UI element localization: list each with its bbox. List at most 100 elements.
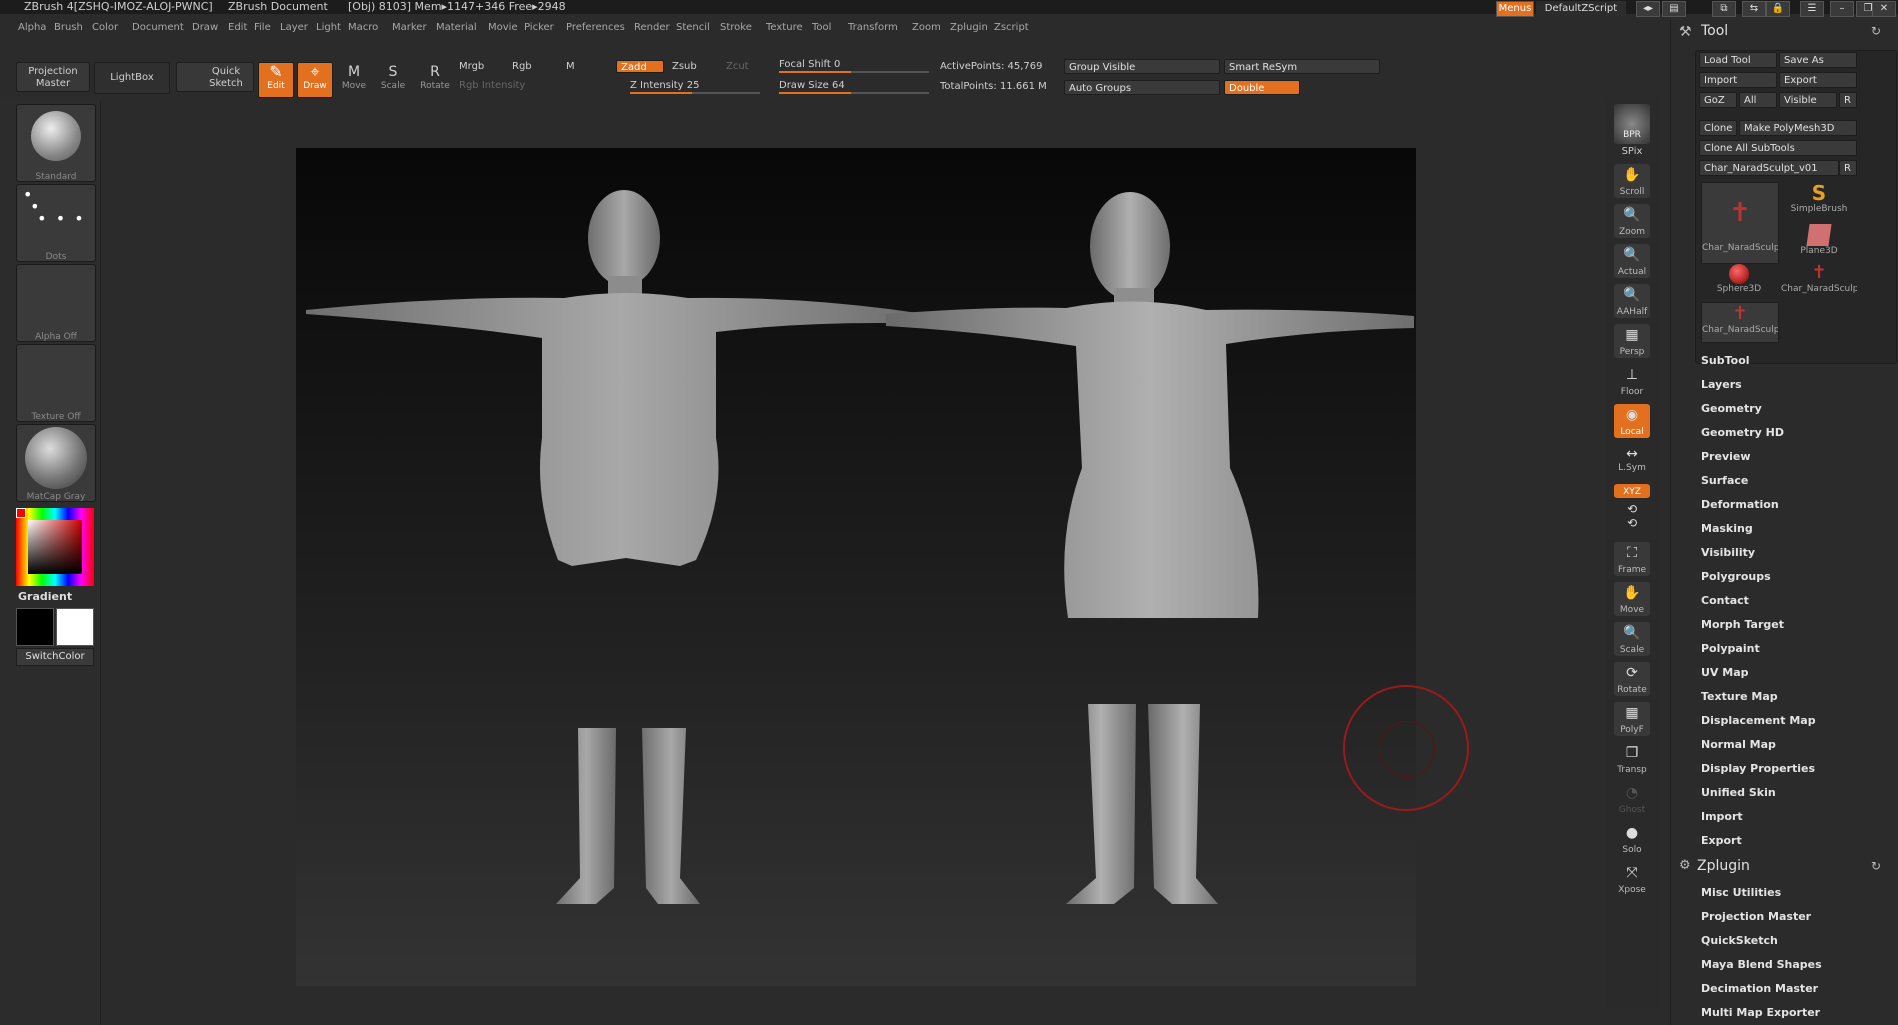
rotate-button[interactable]: R Rotate: [414, 62, 456, 98]
section-morph-target[interactable]: Morph Target: [1701, 618, 1784, 631]
bpr-button[interactable]: BPR: [1614, 104, 1650, 144]
menu-picker[interactable]: Picker: [524, 22, 554, 33]
minimize-icon[interactable]: –: [1830, 1, 1854, 17]
menus-button[interactable]: Menus: [1496, 1, 1534, 17]
rotate-axis-buttons[interactable]: ⟲ ⟲: [1614, 500, 1650, 530]
subtool-thumb-active[interactable]: ✝ Char_NaradSculp: [1701, 182, 1779, 264]
r-button-tool[interactable]: R: [1839, 160, 1857, 176]
frame-button[interactable]: ⛶ Frame: [1614, 542, 1650, 576]
zplugin-multi-map-exporter[interactable]: Multi Map Exporter: [1701, 1006, 1820, 1019]
rgb-toggle[interactable]: Rgb: [512, 61, 532, 72]
zadd-button[interactable]: Zadd: [616, 60, 664, 73]
gradient-label[interactable]: Gradient: [18, 590, 72, 603]
smart-resym-button[interactable]: Smart ReSym: [1224, 59, 1380, 74]
zcut-button[interactable]: Zcut: [726, 61, 749, 72]
r-button[interactable]: R: [1839, 92, 1857, 108]
section-subtool[interactable]: SubTool: [1701, 354, 1750, 367]
lock-icon[interactable]: 🔒: [1766, 1, 1790, 17]
section-polygroups[interactable]: Polygroups: [1701, 570, 1771, 583]
section-display-properties[interactable]: Display Properties: [1701, 762, 1815, 775]
rgb-intensity-slider[interactable]: Rgb Intensity: [459, 80, 609, 91]
transp-button[interactable]: ❐ Transp: [1614, 742, 1650, 776]
menu-stencil[interactable]: Stencil: [676, 22, 710, 33]
section-masking[interactable]: Masking: [1701, 522, 1753, 535]
xpose-button[interactable]: ⤧ Xpose: [1614, 862, 1650, 896]
menu-edit[interactable]: Edit: [228, 22, 247, 33]
subtool-thumb-simplebrush[interactable]: S SimpleBrush: [1781, 182, 1857, 221]
section-visibility[interactable]: Visibility: [1701, 546, 1755, 559]
load-tool-button[interactable]: Load Tool: [1699, 52, 1777, 68]
goz-button[interactable]: GoZ: [1699, 92, 1737, 108]
scroll-button[interactable]: ✋ Scroll: [1614, 164, 1650, 198]
section-surface[interactable]: Surface: [1701, 474, 1748, 487]
close-icon[interactable]: ✕: [1872, 1, 1896, 17]
section-deformation[interactable]: Deformation: [1701, 498, 1779, 511]
menu-brush[interactable]: Brush: [54, 22, 83, 33]
clone-button[interactable]: Clone: [1699, 120, 1737, 136]
menu-color[interactable]: Color: [92, 22, 118, 33]
section-geometry[interactable]: Geometry: [1701, 402, 1762, 415]
zoom-button[interactable]: 🔍 Zoom: [1614, 204, 1650, 238]
section-layers[interactable]: Layers: [1701, 378, 1742, 391]
menu-render[interactable]: Render: [634, 22, 670, 33]
switch-color-button[interactable]: SwitchColor: [16, 648, 94, 666]
menu-preferences[interactable]: Preferences: [566, 22, 625, 33]
projection-master-button[interactable]: Projection Master: [16, 62, 90, 92]
section-unified-skin[interactable]: Unified Skin: [1701, 786, 1776, 799]
zplugin-decimation-master[interactable]: Decimation Master: [1701, 982, 1818, 995]
quick-sketch-button[interactable]: Quick Sketch: [176, 62, 254, 92]
stroke-thumbnail[interactable]: • • • • • Dots: [16, 184, 96, 262]
section-polypaint[interactable]: Polypaint: [1701, 642, 1760, 655]
scale-button[interactable]: S Scale: [375, 62, 411, 98]
alpha-thumbnail[interactable]: Alpha Off: [16, 264, 96, 342]
zplugin-maya-blend-shapes[interactable]: Maya Blend Shapes: [1701, 958, 1822, 971]
layout-icon[interactable]: ⧉: [1712, 1, 1736, 17]
section-import[interactable]: Import: [1701, 810, 1743, 823]
menu-transform[interactable]: Transform: [848, 22, 898, 33]
menu-zplugin[interactable]: Zplugin: [950, 22, 988, 33]
current-tool-slider[interactable]: Char_NaradSculpt_v01: [1699, 160, 1839, 176]
brush-thumbnail[interactable]: Standard: [16, 104, 96, 182]
mrgb-toggle[interactable]: Mrgb: [459, 61, 484, 72]
section-texture-map[interactable]: Texture Map: [1701, 690, 1778, 703]
main-color-swatch[interactable]: [16, 608, 54, 646]
secondary-color-swatch[interactable]: [56, 608, 94, 646]
all-button[interactable]: All: [1739, 92, 1777, 108]
section-uv-map[interactable]: UV Map: [1701, 666, 1749, 679]
color-picker[interactable]: [16, 508, 94, 586]
menu-zoom[interactable]: Zoom: [912, 22, 941, 33]
document-canvas[interactable]: [296, 148, 1416, 986]
refresh-icon[interactable]: ↻: [1871, 859, 1881, 873]
floor-button[interactable]: ⊥ Floor: [1614, 364, 1650, 398]
polyf-button[interactable]: ▦ PolyF: [1614, 702, 1650, 736]
move-view-button[interactable]: ✋ Move: [1614, 582, 1650, 616]
zplugin-misc-utilities[interactable]: Misc Utilities: [1701, 886, 1781, 899]
export-button[interactable]: Export: [1779, 72, 1857, 88]
auto-groups-button[interactable]: Auto Groups: [1064, 80, 1220, 95]
subtool-thumb-sphere[interactable]: Sphere3D: [1701, 262, 1777, 301]
section-geometry-hd[interactable]: Geometry HD: [1701, 426, 1784, 439]
menu-file[interactable]: File: [254, 22, 271, 33]
menu-alpha[interactable]: Alpha: [18, 22, 46, 33]
subtool-thumb-char3[interactable]: ✝ Char_NaradSculp: [1701, 302, 1779, 343]
section-displacement-map[interactable]: Displacement Map: [1701, 714, 1816, 727]
move-button[interactable]: M Move: [336, 62, 372, 98]
menu-material[interactable]: Material: [436, 22, 477, 33]
layout-icon[interactable]: ▤: [1662, 1, 1686, 17]
tool-palette-title[interactable]: Tool: [1701, 23, 1728, 39]
menu-zscript[interactable]: Zscript: [994, 22, 1029, 33]
persp-button[interactable]: ▦ Persp: [1614, 324, 1650, 358]
section-normal-map[interactable]: Normal Map: [1701, 738, 1776, 751]
zplugin-projection-master[interactable]: Projection Master: [1701, 910, 1811, 923]
layout-icon[interactable]: ◂▸: [1636, 1, 1660, 17]
rotate-view-button[interactable]: ⟳ Rotate: [1614, 662, 1650, 696]
z-intensity-slider[interactable]: Z Intensity 25: [630, 80, 760, 94]
visible-button[interactable]: Visible: [1779, 92, 1837, 108]
actual-button[interactable]: 🔍 Actual: [1614, 244, 1650, 278]
lightbox-button[interactable]: LightBox: [94, 62, 170, 94]
aahalf-button[interactable]: 🔍 AAHalf: [1614, 284, 1650, 318]
menu-texture[interactable]: Texture: [766, 22, 803, 33]
layout-icon[interactable]: ☰: [1800, 1, 1824, 17]
menu-tool[interactable]: Tool: [812, 22, 831, 33]
refresh-icon[interactable]: ↻: [1871, 24, 1881, 38]
